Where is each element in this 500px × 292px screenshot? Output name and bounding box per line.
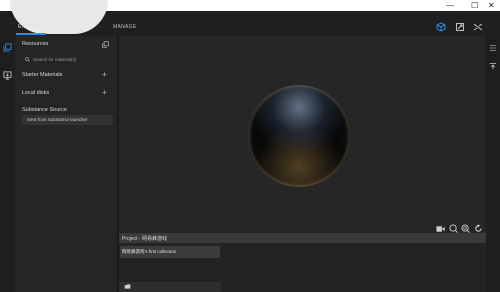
zoom-fit-icon[interactable] bbox=[461, 224, 470, 233]
collection-item[interactable]: 网易蜂游戏's first collection bbox=[120, 246, 220, 258]
monitor-icon[interactable] bbox=[3, 71, 12, 80]
minimize-button[interactable]: — bbox=[446, 1, 454, 10]
material-preview-sphere[interactable] bbox=[248, 85, 350, 187]
resources-title: Resources bbox=[22, 41, 49, 47]
right-toolbar bbox=[486, 36, 500, 292]
refresh-icon[interactable] bbox=[474, 224, 483, 233]
library-icon[interactable] bbox=[3, 43, 12, 52]
menu-icon[interactable] bbox=[489, 44, 497, 52]
collection-footer bbox=[119, 282, 221, 292]
collection-label: 网易蜂游戏's first collection bbox=[122, 249, 177, 254]
tab-explore[interactable]: EXPLORE bbox=[18, 24, 44, 30]
tab-manage[interactable]: MANAGE bbox=[113, 24, 136, 30]
active-tab-indicator bbox=[16, 33, 46, 35]
copy-icon[interactable] bbox=[102, 41, 109, 48]
close-button[interactable]: ✕ bbox=[488, 1, 495, 10]
cube-icon[interactable] bbox=[436, 22, 446, 32]
add-starter-materials-icon[interactable]: + bbox=[102, 71, 107, 79]
starter-materials-label[interactable]: Starter Materials bbox=[22, 72, 62, 78]
video-icon[interactable] bbox=[436, 225, 445, 233]
maximize-button[interactable]: ☐ bbox=[471, 1, 478, 10]
zoom-out-icon[interactable] bbox=[449, 224, 458, 233]
source-dropdown-value: Sent from Substance launcher bbox=[27, 117, 88, 122]
search-icon bbox=[25, 57, 30, 62]
substance-source-label: Substance Source bbox=[22, 107, 67, 113]
folder-icon[interactable] bbox=[124, 283, 131, 290]
local-disks-label[interactable]: Local disks bbox=[22, 90, 49, 96]
expand-icon[interactable] bbox=[455, 22, 465, 32]
shuffle-icon[interactable] bbox=[473, 22, 483, 32]
export-icon[interactable] bbox=[489, 62, 497, 70]
source-dropdown[interactable]: Sent from Substance launcher bbox=[22, 115, 113, 125]
project-title: Project - 网易蜂游戏 bbox=[122, 236, 168, 242]
add-local-disk-icon[interactable]: + bbox=[102, 89, 107, 97]
project-header: Project - 网易蜂游戏 bbox=[119, 233, 486, 243]
search-input[interactable]: Search for material(s) bbox=[33, 57, 76, 62]
